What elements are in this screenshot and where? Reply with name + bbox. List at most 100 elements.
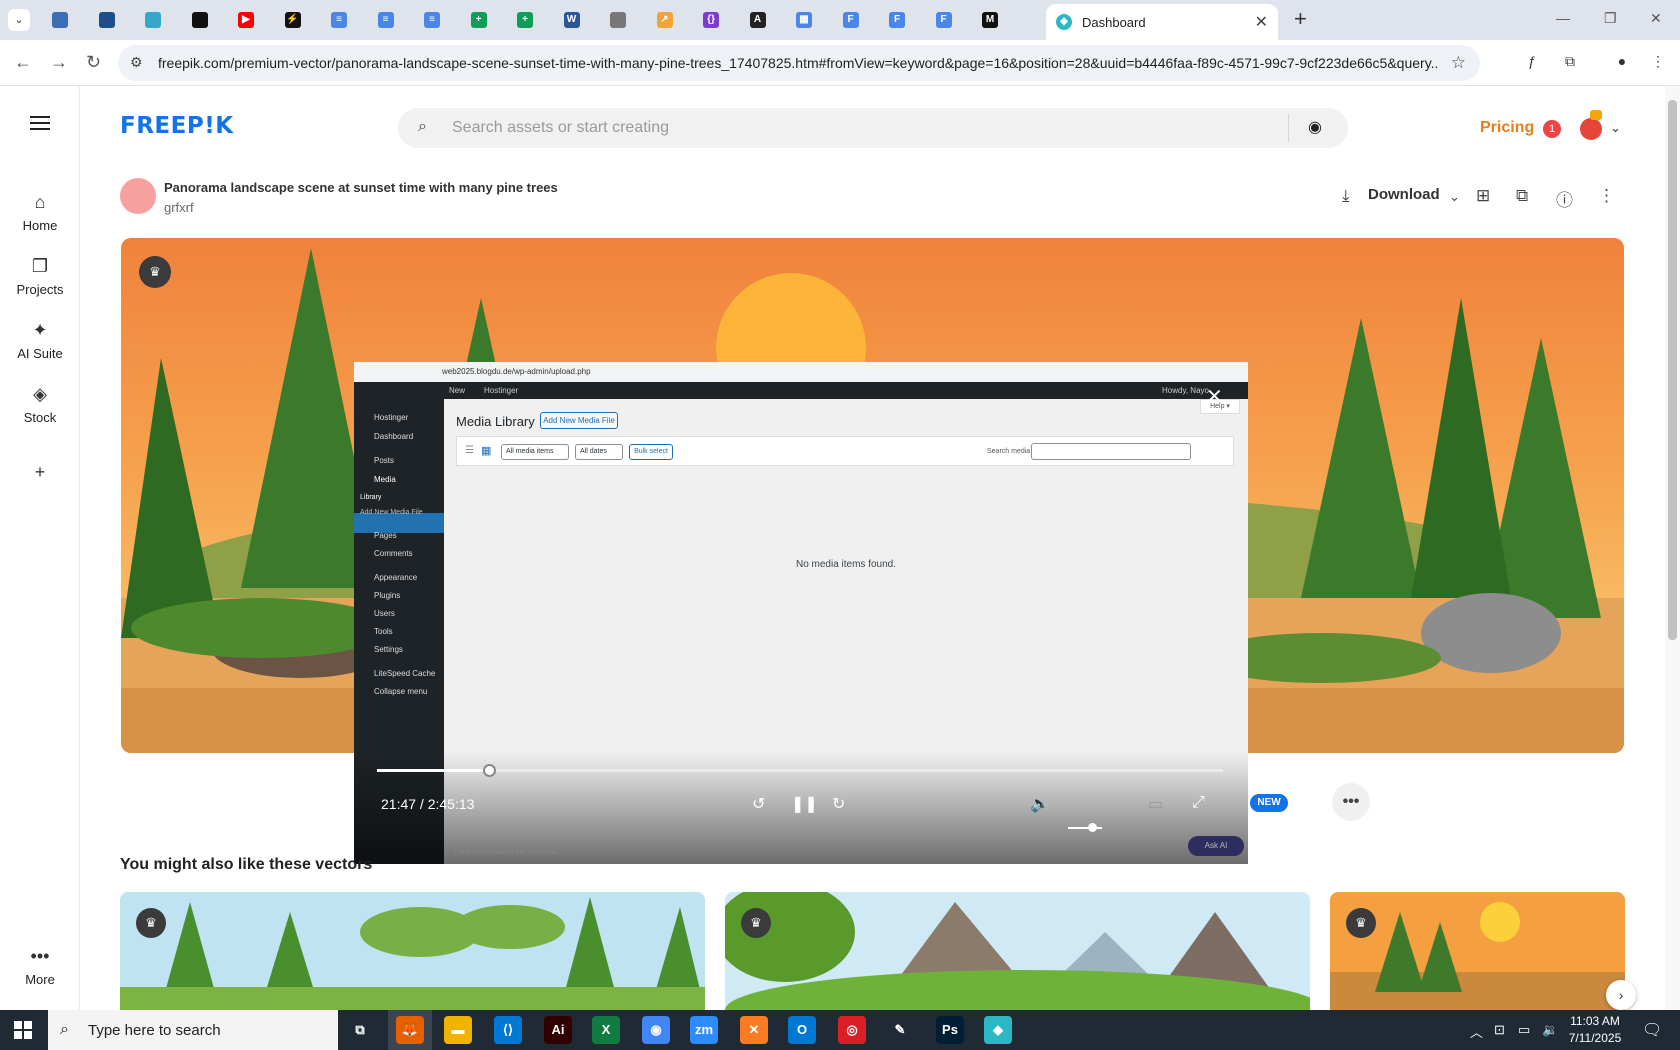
- close-video-icon[interactable]: ✕: [1206, 384, 1223, 409]
- close-tab-icon[interactable]: ✕: [1255, 12, 1268, 32]
- notification-badge[interactable]: 1: [1543, 120, 1561, 138]
- new-tab-button[interactable]: +: [1294, 8, 1307, 30]
- sidebar-item-more[interactable]: ••• More: [0, 944, 80, 987]
- back-icon[interactable]: ←: [14, 52, 32, 73]
- network-status-icon[interactable]: ⊡: [1494, 1022, 1505, 1038]
- chevron-down-icon[interactable]: ⌄: [1449, 189, 1460, 205]
- reload-icon[interactable]: ↻: [86, 52, 101, 73]
- forward-icon[interactable]: →: [50, 52, 68, 73]
- show-hidden-icons-icon[interactable]: ︿: [1470, 1022, 1483, 1041]
- freepik-logo[interactable]: FREEP!K: [120, 113, 234, 139]
- pinned-tab[interactable]: [139, 8, 167, 32]
- pinned-tab[interactable]: F: [837, 8, 865, 32]
- pinned-tab[interactable]: ⚡: [279, 8, 307, 32]
- ask-ai-button[interactable]: Ask AI: [1188, 836, 1244, 856]
- outlook-icon[interactable]: O: [788, 1016, 816, 1044]
- zoom-icon[interactable]: zm: [690, 1016, 718, 1044]
- fullscreen-icon[interactable]: ⤢: [1192, 794, 1205, 812]
- browser-menu-icon[interactable]: ⋮: [1648, 53, 1668, 73]
- wifi-icon[interactable]: ▭: [1518, 1022, 1530, 1038]
- illustrator-icon[interactable]: Ai: [544, 1016, 572, 1044]
- volume-icon[interactable]: 🔊: [1030, 794, 1050, 814]
- info-icon[interactable]: ⓘ: [1556, 186, 1573, 211]
- pinned-tab[interactable]: [46, 8, 74, 32]
- extensions-puzzle-icon[interactable]: ⧉: [1560, 53, 1580, 73]
- search-input[interactable]: [452, 116, 1252, 140]
- related-thumbnail[interactable]: ♛: [120, 892, 705, 1010]
- related-thumbnail[interactable]: ♛: [725, 892, 1310, 1010]
- pinned-tab[interactable]: [186, 8, 214, 32]
- vscode-icon[interactable]: ⟨⟩: [494, 1016, 522, 1044]
- hamburger-menu-icon[interactable]: [30, 116, 50, 130]
- carousel-next-icon[interactable]: ›: [1606, 980, 1636, 1010]
- scrollbar-thumb[interactable]: [1668, 100, 1677, 640]
- photoshop-icon[interactable]: Ps: [936, 1016, 964, 1044]
- camera-search-icon[interactable]: ◉: [1308, 117, 1322, 137]
- author-avatar[interactable]: [120, 178, 156, 214]
- taskbar-search-box[interactable]: ⌕ Type here to search: [48, 1010, 338, 1050]
- pinned-tab[interactable]: ▶: [232, 8, 260, 32]
- tab-dashboard[interactable]: ◆ Dashboard ✕: [1046, 4, 1278, 40]
- notifications-icon[interactable]: 🗨: [1642, 1020, 1662, 1040]
- task-view-icon[interactable]: ⧉: [346, 1016, 374, 1044]
- pinned-tab[interactable]: ≡: [418, 8, 446, 32]
- excel-icon[interactable]: X: [592, 1016, 620, 1044]
- sidebar-item-ai-suite[interactable]: ✦ AI Suite: [0, 318, 80, 361]
- extension-icon[interactable]: ƒ: [1522, 53, 1542, 73]
- pinned-tab[interactable]: {}: [697, 8, 725, 32]
- profile-icon[interactable]: ●: [1612, 53, 1632, 73]
- pinned-tab[interactable]: [604, 8, 632, 32]
- xampp-icon[interactable]: ✕: [740, 1016, 768, 1044]
- sidebar-item-stock[interactable]: ◈ Stock: [0, 382, 80, 425]
- tab-search-menu-button[interactable]: ⌄: [8, 9, 30, 31]
- rewind-10-icon[interactable]: ↺: [752, 794, 765, 814]
- video-player[interactable]: web2025.blogdu.de/wp-admin/upload.php Ho…: [354, 362, 1248, 864]
- firefox-icon[interactable]: 🦊: [396, 1016, 424, 1044]
- pen-icon[interactable]: ✎: [886, 1016, 914, 1044]
- address-bar[interactable]: ⚙ freepik.com/premium-vector/panorama-la…: [118, 45, 1480, 81]
- pause-icon[interactable]: ❚❚: [791, 794, 818, 814]
- restore-icon[interactable]: ❐: [1604, 10, 1617, 27]
- volume-slider[interactable]: [1068, 823, 1102, 832]
- captions-icon[interactable]: ▭: [1148, 794, 1163, 814]
- pinned-tab[interactable]: A: [744, 8, 772, 32]
- author-name[interactable]: grfxrf: [164, 200, 194, 215]
- pricing-link[interactable]: Pricing: [1480, 119, 1534, 137]
- minimize-icon[interactable]: —: [1556, 10, 1570, 26]
- pinned-tab[interactable]: ↗: [651, 8, 679, 32]
- pinned-tab[interactable]: ≡: [325, 8, 353, 32]
- app-icon[interactable]: ◆: [984, 1016, 1012, 1044]
- chevron-down-icon[interactable]: ⌄: [1610, 120, 1621, 136]
- save-to-folder-icon[interactable]: ⊞: [1476, 186, 1490, 206]
- seek-handle[interactable]: [482, 764, 496, 777]
- pinned-tab[interactable]: ▦: [790, 8, 818, 32]
- bookmark-star-icon[interactable]: ☆: [1451, 53, 1466, 73]
- volume-icon[interactable]: 🔉: [1542, 1022, 1558, 1038]
- chrome-icon[interactable]: ◉: [642, 1016, 670, 1044]
- pinned-tab[interactable]: F: [883, 8, 911, 32]
- pinned-tab[interactable]: [93, 8, 121, 32]
- pinned-tab[interactable]: +: [465, 8, 493, 32]
- sidebar-item-projects[interactable]: ❐ Projects: [0, 254, 80, 297]
- download-button[interactable]: Download: [1368, 186, 1440, 203]
- pinned-tab[interactable]: M: [976, 8, 1004, 32]
- forward-10-icon[interactable]: ↻: [832, 794, 845, 814]
- more-actions-button[interactable]: •••: [1332, 783, 1370, 821]
- related-thumbnail[interactable]: ♛: [1330, 892, 1625, 1010]
- pinned-tab[interactable]: ≡: [372, 8, 400, 32]
- page-scrollbar[interactable]: [1665, 86, 1680, 1010]
- pinned-tab[interactable]: +: [511, 8, 539, 32]
- edit-image-icon[interactable]: ⧉: [1516, 186, 1528, 206]
- site-info-icon[interactable]: ⚙: [130, 54, 143, 71]
- windows-start-icon[interactable]: [14, 1021, 32, 1039]
- add-button[interactable]: +: [0, 460, 80, 484]
- taskbar-clock[interactable]: 11:03 AM 7/11/2025: [1560, 1013, 1630, 1047]
- pinned-tab[interactable]: F: [930, 8, 958, 32]
- file-explorer-icon[interactable]: ▬: [444, 1016, 472, 1044]
- sidebar-item-home[interactable]: ⌂ Home: [0, 190, 80, 233]
- user-avatar[interactable]: [1580, 110, 1602, 140]
- video-seek-bar[interactable]: [377, 764, 1223, 777]
- close-window-icon[interactable]: ✕: [1650, 10, 1662, 27]
- volume-handle[interactable]: [1087, 823, 1097, 832]
- creative-cloud-icon[interactable]: ◎: [838, 1016, 866, 1044]
